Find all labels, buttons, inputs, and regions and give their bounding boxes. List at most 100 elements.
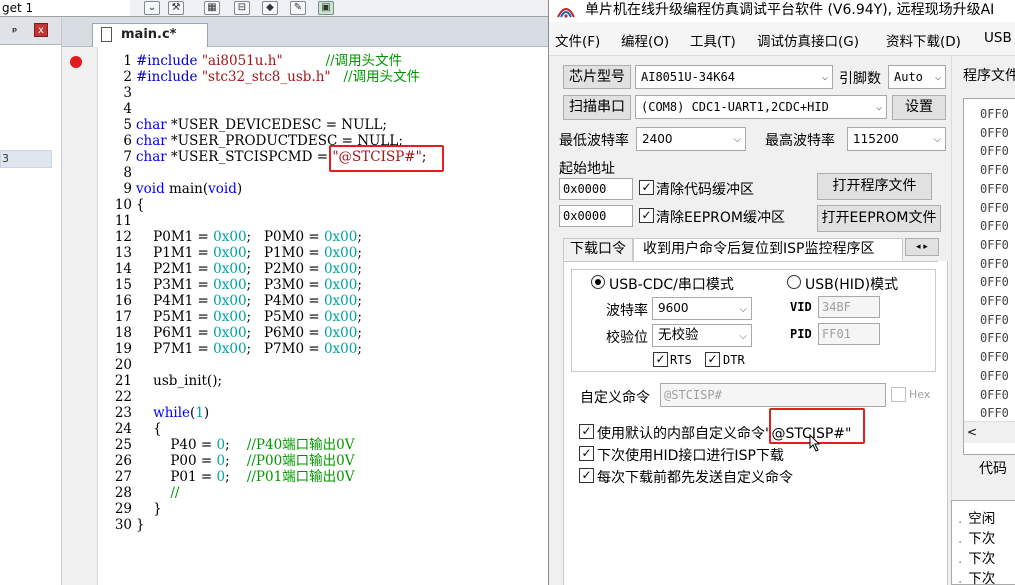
- line-number: 16: [114, 293, 132, 309]
- use-hid-next-checkbox[interactable]: ✓: [579, 446, 594, 461]
- code-token: 0x00: [213, 229, 247, 245]
- custom-command-input[interactable]: @STCISP#: [660, 383, 886, 407]
- code-line[interactable]: 20: [98, 357, 136, 373]
- pin-icon[interactable]: ᵖ: [12, 25, 17, 38]
- target-options-icon[interactable]: ⚒: [168, 1, 184, 15]
- code-line[interactable]: 28 //: [98, 485, 180, 501]
- chevron-down-icon: ⌵: [739, 331, 747, 342]
- build-icon[interactable]: ⊟: [234, 1, 250, 15]
- code-token: P3M1 =: [136, 277, 214, 293]
- baud-rate-select[interactable]: 9600 ⌵: [652, 297, 752, 320]
- code-token: char: [136, 133, 167, 149]
- code-line[interactable]: 16 P4M1 = 0x00; P4M0 = 0x00;: [98, 293, 362, 309]
- code-line[interactable]: 24 {: [98, 421, 162, 437]
- line-number: 9: [123, 181, 132, 197]
- code-line[interactable]: 18 P6M1 = 0x00; P6M0 = 0x00;: [98, 325, 362, 341]
- batch-build-icon[interactable]: ✎: [290, 1, 306, 15]
- code-token: while: [153, 405, 191, 421]
- eeprom-address-input[interactable]: 0x0000: [559, 205, 633, 227]
- close-icon[interactable]: x: [34, 23, 48, 37]
- parity-select[interactable]: 无校验 ⌵: [652, 324, 752, 347]
- menu-usb[interactable]: USB: [984, 30, 1012, 46]
- code-line[interactable]: 8: [98, 165, 136, 181]
- code-line[interactable]: 1 #include "ai8051u.h" //调用头文件: [98, 53, 402, 69]
- hex-data-view[interactable]: 0FF0 0FF0 0FF0 0FF0 0FF0 0FF0 0FF0 0FF0 0FF0 0FF0…: [963, 98, 1015, 455]
- chip-type-button[interactable]: 芯片型号: [563, 65, 631, 89]
- code-token: 0x00: [323, 229, 358, 245]
- code-line[interactable]: 11: [98, 213, 136, 229]
- code-token: ;: [225, 437, 247, 453]
- code-line[interactable]: 25 P40 = 0; //P40端口输出0V: [98, 437, 355, 453]
- code-line[interactable]: 5 char *USER_DEVICEDESC = NULL;: [98, 117, 387, 133]
- clear-code-buffer-checkbox[interactable]: ✓: [639, 180, 654, 195]
- code-line[interactable]: 23 while(1): [98, 405, 209, 421]
- code-line[interactable]: 15 P3M1 = 0x00; P3M0 = 0x00;: [98, 277, 362, 293]
- code-line[interactable]: 30}: [98, 517, 145, 533]
- code-token: 0: [216, 469, 226, 485]
- build-toolbar: ⌄ ⚒ ▦ ⊟ ◆ ✎ ▣: [130, 0, 548, 17]
- menu-debug[interactable]: 调试仿真接口(G): [757, 30, 859, 50]
- code-line[interactable]: 22: [98, 389, 136, 405]
- code-line[interactable]: 26 P00 = 0; //P00端口输出0V: [98, 453, 355, 469]
- code-token: main(: [164, 181, 209, 197]
- breakpoint-icon[interactable]: [70, 56, 82, 68]
- usb-hid-mode-radio[interactable]: [787, 275, 801, 289]
- scroll-left-icon[interactable]: <: [967, 425, 977, 439]
- use-default-command-checkbox[interactable]: ✓: [579, 424, 594, 439]
- code-line[interactable]: 9 void main(void): [98, 181, 242, 197]
- code-line[interactable]: 19 P7M1 = 0x00; P7M0 = 0x00;: [98, 341, 362, 357]
- menu-program[interactable]: 编程(O): [621, 30, 669, 50]
- open-program-file-button[interactable]: 打开程序文件: [817, 173, 932, 200]
- serial-port-select[interactable]: (COM8) CDC1-UART1,2CDC+HID ⌵: [635, 95, 887, 119]
- vid-input[interactable]: 34BF: [818, 296, 880, 318]
- dtr-checkbox[interactable]: ✓: [705, 352, 720, 367]
- translate-icon[interactable]: ▦: [204, 1, 220, 15]
- code-address-input[interactable]: 0x0000: [559, 178, 633, 200]
- tab-scroll-arrows[interactable]: ◂ ▸: [905, 238, 939, 256]
- settings-button[interactable]: 设置: [892, 95, 946, 120]
- min-baud-select[interactable]: 2400 ⌵: [636, 127, 746, 151]
- code-editor[interactable]: 1 #include "ai8051u.h" //调用头文件 2 #include "…: [62, 47, 548, 585]
- log-output[interactable]: . 空闲 . 下次 . 下次 . 下次: [951, 500, 1015, 585]
- editor-gutter[interactable]: [62, 47, 98, 585]
- rebuild-icon[interactable]: ◆: [262, 1, 278, 15]
- code-line[interactable]: 29 }: [98, 501, 162, 517]
- scan-port-button[interactable]: 扫描串口: [563, 95, 631, 120]
- chevron-down-icon[interactable]: ⌄: [144, 1, 160, 15]
- project-tree-item[interactable]: 3: [0, 150, 52, 168]
- hex-checkbox[interactable]: [891, 387, 906, 402]
- download-icon[interactable]: ▣: [318, 1, 334, 15]
- code-line[interactable]: 17 P5M1 = 0x00; P5M0 = 0x00;: [98, 309, 362, 325]
- tab-download-password[interactable]: 下载口令: [563, 238, 633, 261]
- tab-main-c[interactable]: main.c*: [92, 23, 208, 47]
- code-line[interactable]: 2 #include "stc32_stc8_usb.h" //调用头文件: [98, 69, 420, 85]
- code-token: ;: [357, 309, 362, 325]
- tab-user-command-reset[interactable]: 收到用户命令后复位到ISP监控程序区: [633, 238, 903, 261]
- rts-checkbox[interactable]: ✓: [653, 352, 668, 367]
- pid-input[interactable]: FF01: [818, 323, 880, 345]
- hex-row: 0FF0: [980, 256, 1009, 271]
- code-line[interactable]: 21 usb_init();: [98, 373, 222, 389]
- code-line[interactable]: 27 P01 = 0; //P01端口输出0V: [98, 469, 355, 485]
- pin-count-select[interactable]: Auto ⌵: [888, 65, 946, 89]
- send-before-download-checkbox[interactable]: ✓: [579, 468, 594, 483]
- line-number: 11: [114, 213, 132, 229]
- horizontal-scrollbar[interactable]: <: [964, 421, 1015, 443]
- pin-count-value: Auto: [894, 70, 923, 84]
- code-line[interactable]: 12 P0M1 = 0x00; P0M0 = 0x00;: [98, 229, 362, 245]
- menu-file[interactable]: 文件(F): [555, 30, 600, 50]
- code-line[interactable]: 10{: [98, 197, 145, 213]
- usb-cdc-mode-radio[interactable]: [591, 275, 605, 289]
- max-baud-select[interactable]: 115200 ⌵: [847, 127, 946, 151]
- menu-tools[interactable]: 工具(T): [690, 30, 736, 50]
- target-select[interactable]: get 1: [0, 0, 130, 17]
- open-eeprom-file-button[interactable]: 打开EEPROM文件: [817, 205, 941, 232]
- code-line[interactable]: 13 P1M1 = 0x00; P1M0 = 0x00;: [98, 245, 362, 261]
- code-line[interactable]: 3: [98, 85, 136, 101]
- code-line[interactable]: 14 P2M1 = 0x00; P2M0 = 0x00;: [98, 261, 362, 277]
- code-line[interactable]: 4: [98, 101, 136, 117]
- clear-eeprom-buffer-checkbox[interactable]: ✓: [639, 208, 654, 223]
- chip-type-select[interactable]: AI8051U-34K64 ⌵: [635, 65, 833, 89]
- menu-download[interactable]: 资料下载(D): [886, 30, 961, 50]
